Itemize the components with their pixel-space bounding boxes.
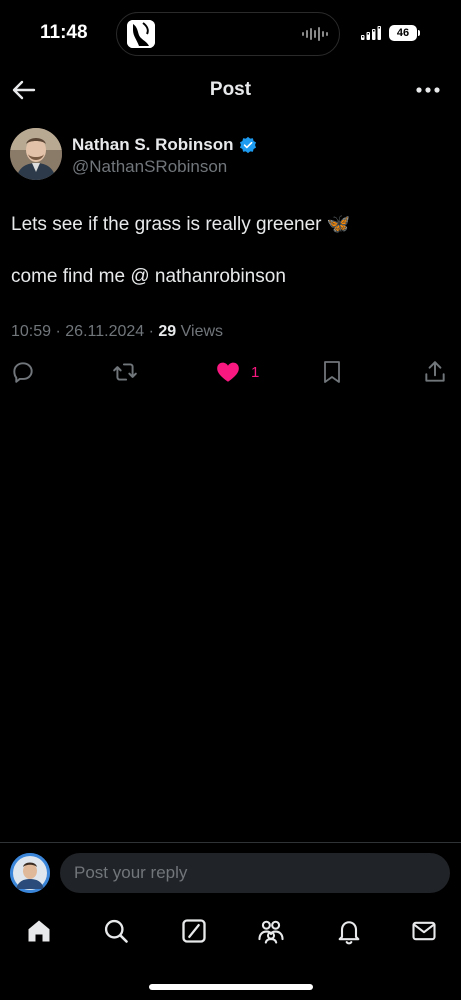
reply-icon bbox=[13, 362, 33, 383]
like-count: 1 bbox=[251, 363, 260, 381]
my-avatar[interactable] bbox=[10, 853, 50, 893]
tab-home[interactable] bbox=[24, 916, 54, 946]
share-icon bbox=[425, 361, 445, 382]
tab-notifications[interactable] bbox=[334, 916, 364, 946]
battery-icon: 46 bbox=[389, 25, 417, 41]
views-count[interactable]: 29 bbox=[158, 323, 176, 340]
reply-input[interactable] bbox=[60, 853, 450, 893]
share-button[interactable] bbox=[422, 358, 448, 386]
cellular-signal-icon bbox=[361, 26, 383, 45]
page-title: Post bbox=[209, 79, 252, 100]
search-icon bbox=[104, 919, 128, 943]
messages-icon bbox=[412, 921, 436, 941]
post-date: 26.11.2024 bbox=[65, 323, 145, 340]
battery-nub bbox=[418, 30, 420, 36]
grok-icon bbox=[182, 919, 206, 943]
more-horizontal-icon bbox=[416, 87, 440, 93]
reply-button[interactable] bbox=[10, 358, 36, 386]
home-indicator[interactable] bbox=[149, 984, 313, 990]
bookmark-icon bbox=[324, 361, 340, 383]
user-avatar-icon bbox=[10, 128, 62, 180]
divider bbox=[0, 842, 461, 843]
author-handle[interactable]: @NathanSRobinson bbox=[72, 157, 227, 177]
more-options-button[interactable] bbox=[414, 78, 442, 102]
tab-communities[interactable] bbox=[256, 916, 286, 946]
home-icon bbox=[28, 920, 50, 942]
like-button[interactable]: 1 bbox=[215, 358, 259, 386]
bookmark-button[interactable] bbox=[320, 358, 344, 386]
now-playing-artwork-icon bbox=[127, 20, 155, 48]
avatar[interactable] bbox=[10, 128, 62, 180]
audio-waveform-icon bbox=[302, 27, 328, 46]
status-time: 11:48 bbox=[40, 22, 88, 43]
post-meta: 10:59 · 26.11.2024 · 29 Views bbox=[11, 323, 224, 340]
tab-messages[interactable] bbox=[409, 916, 439, 946]
tab-search[interactable] bbox=[101, 916, 131, 946]
user-avatar-icon bbox=[10, 853, 50, 893]
verified-badge-icon bbox=[239, 136, 257, 159]
author-name[interactable]: Nathan S. Robinson bbox=[72, 135, 234, 155]
repost-button[interactable] bbox=[112, 358, 138, 386]
post-text-line: Lets see if the grass is really greener … bbox=[11, 214, 351, 235]
retweet-icon bbox=[113, 363, 137, 381]
post-time: 10:59 bbox=[11, 323, 52, 340]
notifications-icon bbox=[338, 921, 360, 945]
heart-icon bbox=[217, 362, 239, 382]
post-text-line: come find me @ nathanrobinson bbox=[11, 266, 286, 287]
communities-icon bbox=[258, 920, 284, 944]
views-label: Views bbox=[180, 323, 224, 340]
tab-grok[interactable] bbox=[179, 916, 209, 946]
